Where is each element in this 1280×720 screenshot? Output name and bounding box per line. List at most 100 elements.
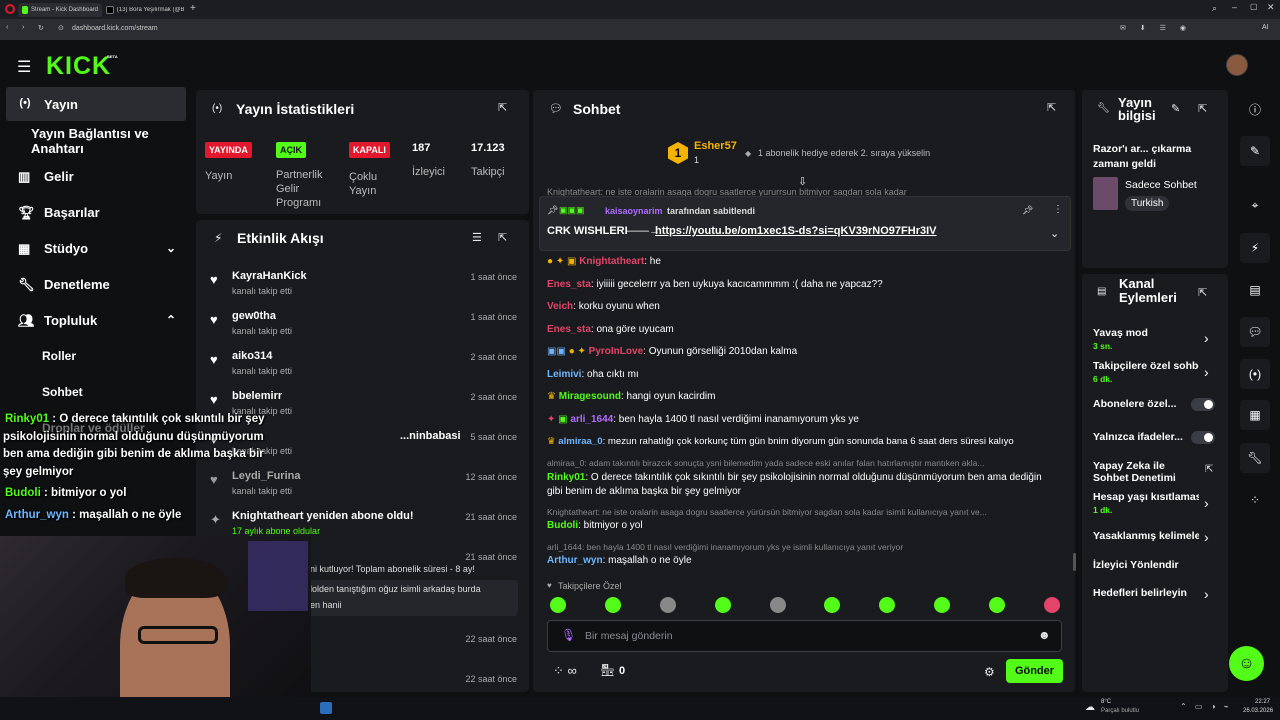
send-button[interactable]: Gönder xyxy=(1006,659,1063,683)
subs-only-toggle[interactable] xyxy=(1191,398,1215,411)
chevron-right-icon[interactable]: › xyxy=(1204,586,1260,602)
emote-icon[interactable] xyxy=(770,597,786,613)
chat-username[interactable]: Veich xyxy=(547,301,573,312)
sidebar-item-topluluk[interactable]: 👥︎ Topluluk ⌃ xyxy=(6,303,186,337)
pinned-link[interactable]: https://youtu.be/om1xec1S-ds?si=qKV39rNO… xyxy=(655,225,937,237)
reload-icon[interactable]: ↻ xyxy=(38,24,44,32)
emote-icon[interactable] xyxy=(824,597,840,613)
ai-button[interactable]: AI xyxy=(1262,24,1269,31)
popout-icon[interactable]: ⇱ xyxy=(498,231,507,244)
sidebar-item-stream-key[interactable]: Yayın Bağlantısı ve Anahtarı xyxy=(6,124,196,158)
sidebar-item-basarilar[interactable]: 🏆︎ Başarılar xyxy=(6,195,186,229)
search-tabs-icon[interactable]: ⌕ xyxy=(1212,3,1217,14)
channel-points-icon[interactable]: ⁘ xyxy=(1240,485,1270,515)
chat-username[interactable]: arli_1644 xyxy=(570,414,613,425)
chat-message[interactable]: Enes_sta: iyiiiii gecelerrr ya ben uykuy… xyxy=(547,279,1062,290)
settings-gear-icon[interactable]: ⚙ xyxy=(984,665,995,679)
new-tab-icon[interactable]: + xyxy=(190,3,196,14)
unpin-icon[interactable]: 📌︎ xyxy=(1022,205,1033,216)
chat-username[interactable]: Budoli xyxy=(547,520,578,531)
chevron-right-icon[interactable]: › xyxy=(1204,529,1260,545)
sidebar-item-roller[interactable]: Roller xyxy=(6,339,186,373)
channel-points-icon[interactable]: ⁘ ∞ xyxy=(553,663,577,679)
chat-message[interactable]: Rinky01: O derece takıntılık çok sıkıntı… xyxy=(547,471,1059,499)
chat-username[interactable]: Enes_sta xyxy=(547,324,591,335)
chat-username[interactable]: Miragesound xyxy=(559,391,621,402)
sidebar-item-gelir[interactable]: ▥ Gelir xyxy=(6,159,186,193)
external-link-icon[interactable]: ⇱ xyxy=(1205,464,1213,475)
maximize-icon[interactable]: ▢ xyxy=(1250,2,1258,11)
emoji-picker-icon[interactable]: ☻ xyxy=(1038,628,1051,642)
sidebar-item-studyo[interactable]: ▦ Stüdyo ⌄ xyxy=(6,231,186,265)
more-options-icon[interactable]: ⋮ xyxy=(1053,204,1063,215)
emote-icon[interactable] xyxy=(1044,597,1060,613)
chat-message[interactable]: Veich: korku oyunu when xyxy=(547,301,1062,312)
chat-message[interactable]: Budoli: bitmiyor o yol xyxy=(547,520,1062,531)
chevron-down-icon[interactable]: ⌄ xyxy=(166,241,176,255)
expand-pinned-icon[interactable]: ⌄ xyxy=(1050,227,1059,240)
chevron-up-icon[interactable]: ⌃ xyxy=(166,313,176,327)
emote-icon[interactable] xyxy=(660,597,676,613)
category-name[interactable]: Sadece Sohbet xyxy=(1125,179,1197,191)
chat-message[interactable]: Arthur_wyn: maşallah o ne öyle xyxy=(547,555,1062,566)
emotes-only-toggle[interactable] xyxy=(1191,431,1215,444)
wrench-icon[interactable]: 🔧︎ xyxy=(1240,443,1270,473)
info-icon[interactable]: ⓘ xyxy=(1240,94,1270,124)
document-icon[interactable]: ▤ xyxy=(1240,275,1270,305)
chat-message[interactable]: ♛ Miragesound: hangi oyun kacirdim xyxy=(547,391,1062,402)
action-account-age[interactable]: Hesap yaşı kısıtlaması 1 dk. xyxy=(1093,491,1199,515)
action-banned-words[interactable]: Yasaklanmış kelimeler xyxy=(1093,530,1199,542)
pinned-message[interactable]: 📌︎ ▣▣▣ kaisaoynarim tarafından sabitlend… xyxy=(539,196,1071,251)
action-followers-only[interactable]: Takipçilere özel sohbet 6 dk. xyxy=(1093,360,1199,384)
url-field[interactable]: dashboard.kick.com/stream xyxy=(72,25,158,32)
emote-icon[interactable] xyxy=(550,597,566,613)
chat-bubble-icon[interactable]: 💬︎ xyxy=(1240,317,1270,347)
popout-icon[interactable]: ⇱ xyxy=(498,101,507,114)
chat-username[interactable]: Enes_sta xyxy=(547,279,591,290)
filter-icon[interactable]: ☰ xyxy=(472,231,482,244)
site-info-icon[interactable]: ⊙ xyxy=(58,24,64,32)
chat-message[interactable]: Leimivi: oha cıktı mı xyxy=(547,369,1062,380)
chat-message[interactable]: ✦ ▣ arli_1644: ben hayla 1400 tl nasıl v… xyxy=(547,414,1062,425)
popout-icon[interactable]: ⇱ xyxy=(1198,102,1207,115)
browser-tab-kick[interactable]: Stream - Kick Dashboard xyxy=(18,3,102,17)
broadcast-icon[interactable]: (•) xyxy=(1240,359,1270,389)
microphone-icon[interactable]: 🎙︎ xyxy=(561,628,576,642)
camera-focus-icon[interactable]: ⌖ xyxy=(1240,190,1270,220)
pinned-by-user[interactable]: kaisaoynarim xyxy=(605,206,663,216)
back-icon[interactable]: ‹ xyxy=(6,24,8,31)
chat-message[interactable]: Enes_sta: ona göre uyucam xyxy=(547,324,1062,335)
forward-icon[interactable]: › xyxy=(22,24,24,31)
chat-username[interactable]: almiraa_0 xyxy=(558,436,602,447)
avatar[interactable] xyxy=(1226,54,1248,76)
language-tag[interactable]: Turkish xyxy=(1125,196,1170,211)
chat-message[interactable]: ▣▣ ● ✦ PyroInLove: Oyunun görselliği 201… xyxy=(547,346,1062,357)
emote-icon[interactable] xyxy=(715,597,731,613)
chat-scrollbar[interactable] xyxy=(1073,553,1076,571)
action-redirect-viewers[interactable]: İzleyici Yönlendir xyxy=(1093,559,1218,571)
hamburger-menu-icon[interactable]: ☰ xyxy=(17,57,31,77)
popout-icon[interactable]: ⇱ xyxy=(1198,286,1207,299)
chat-username[interactable]: Arthur_wyn xyxy=(547,555,603,566)
emote-icon[interactable] xyxy=(989,597,1005,613)
gifter-name[interactable]: Esher57 xyxy=(694,140,737,152)
browser-tab-x[interactable]: (13) Bora Yeşilırmak (@Bo xyxy=(102,3,188,17)
app-icon[interactable] xyxy=(320,702,332,714)
sidebar-item-yayin[interactable]: (•) Yayın xyxy=(6,87,186,121)
edit-icon[interactable]: ✎ xyxy=(1171,102,1180,115)
pencil-icon[interactable]: ✎ xyxy=(1240,136,1270,166)
sidebar-item-sohbet[interactable]: Sohbet xyxy=(6,375,186,409)
chat-username[interactable]: Leimivi xyxy=(547,369,581,380)
extensions-icons[interactable]: ✉ ⬇ ☰ ◉ xyxy=(1120,24,1192,32)
support-chat-icon[interactable]: ☺ xyxy=(1229,646,1264,681)
opera-icon[interactable] xyxy=(5,4,15,14)
chat-username[interactable]: Knightatheart xyxy=(579,256,644,267)
lightning-icon[interactable]: ⚡︎ xyxy=(1240,233,1270,263)
chat-username[interactable]: PyroInLove xyxy=(589,346,643,357)
chat-message[interactable]: ● ✦ ▣ Knightatheart: he xyxy=(547,256,1062,267)
action-ai-moderation[interactable]: Yapay Zeka ile Sohbet Denetimi xyxy=(1093,460,1183,484)
popout-icon[interactable]: ⇱ xyxy=(1047,101,1056,114)
emote-icon[interactable] xyxy=(934,597,950,613)
kick-logo[interactable]: KICK xyxy=(46,52,111,81)
emote-icon[interactable] xyxy=(605,597,621,613)
